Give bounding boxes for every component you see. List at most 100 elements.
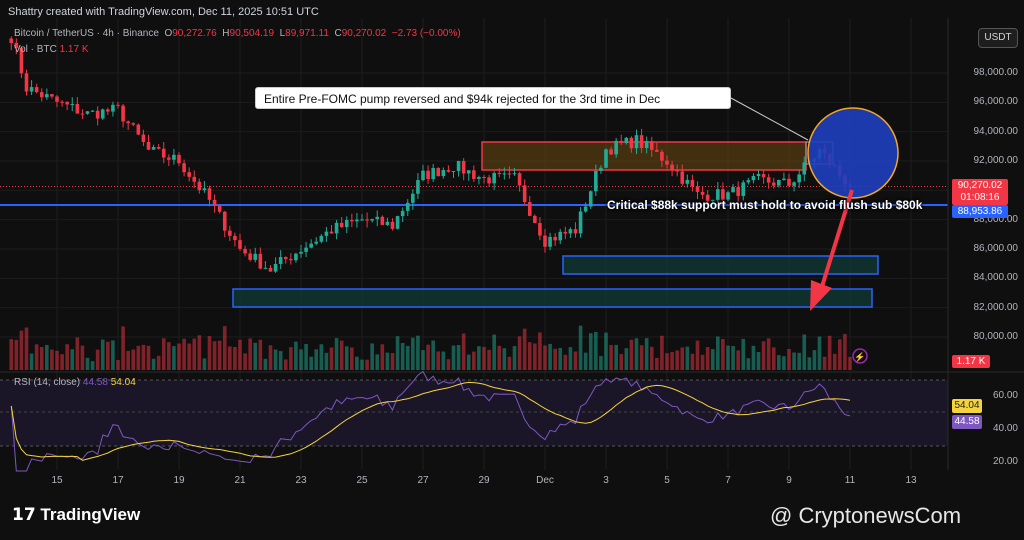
candle — [731, 187, 735, 193]
volume-bar — [441, 351, 446, 370]
volume-bar — [446, 359, 451, 370]
candle — [421, 170, 425, 181]
candle — [395, 216, 400, 229]
volume-bar — [619, 354, 624, 370]
candle — [45, 94, 49, 98]
candle — [782, 178, 786, 180]
candle — [151, 147, 156, 150]
candle — [80, 113, 85, 115]
candle — [339, 222, 344, 228]
candle — [522, 185, 527, 203]
resistance-zone — [481, 141, 807, 171]
rsi-tag: 44.58 — [952, 415, 982, 429]
candle — [238, 240, 242, 249]
volume-bar — [614, 344, 618, 370]
volume-bar — [151, 358, 156, 370]
volume-bar — [822, 356, 827, 370]
candle — [695, 186, 700, 192]
candle — [751, 176, 756, 181]
volume-bar — [278, 351, 283, 370]
change-value: −2.73 (−0.00%) — [391, 28, 461, 39]
candle — [563, 231, 568, 234]
candle — [690, 179, 695, 187]
candle — [248, 253, 252, 260]
candle — [111, 104, 115, 112]
volume-bar — [558, 348, 563, 370]
candle — [660, 151, 664, 161]
candle — [639, 135, 644, 149]
volume-bar — [746, 358, 751, 370]
volume-bar — [172, 346, 176, 370]
candle — [777, 179, 781, 186]
candle — [228, 230, 232, 236]
price-axis-label: 98,000.00 — [973, 67, 1019, 78]
volume-bar — [390, 353, 395, 370]
volume-bar — [665, 353, 669, 370]
candle — [599, 167, 603, 171]
volume-bar — [649, 346, 654, 370]
candle — [324, 231, 329, 236]
candle — [60, 101, 64, 103]
open-value: 90,272.76 — [172, 28, 217, 39]
volume-bar — [405, 345, 410, 370]
candle — [456, 161, 461, 171]
volume-bar — [411, 337, 415, 370]
volume-bar — [14, 339, 19, 370]
volume-bar — [156, 355, 161, 370]
volume-bar — [55, 350, 59, 370]
volume-bar — [588, 333, 593, 370]
candle — [512, 173, 517, 175]
candle — [675, 170, 679, 172]
volume-bar — [487, 349, 491, 370]
candle — [283, 257, 288, 260]
candle — [466, 170, 471, 174]
volume-bar — [787, 349, 791, 370]
volume-bar — [416, 335, 420, 370]
rsi-legend: RSI (14, close) 44.58 54.04 — [14, 377, 136, 388]
volume-bar — [421, 350, 425, 370]
candle — [553, 236, 557, 241]
candle — [746, 180, 751, 183]
volume-bar — [400, 342, 405, 370]
volume-bar — [268, 345, 273, 370]
volume-bar — [690, 353, 695, 370]
volume-bar — [792, 352, 796, 370]
volume-bar — [817, 336, 822, 370]
ohlc-legend: Bitcoin / TetherUS · 4h · Binance O90,27… — [14, 28, 461, 39]
tradingview-logo: 𝟭𝟳 TradingView — [12, 505, 140, 525]
candle — [492, 173, 496, 184]
volume-bar — [675, 350, 679, 370]
time-axis-label: 27 — [417, 475, 429, 486]
time-axis-label: 3 — [603, 475, 609, 486]
volume-bar — [472, 351, 476, 370]
volume-bar — [146, 345, 151, 370]
candle — [273, 263, 278, 272]
volume-bar — [197, 335, 202, 370]
volume-bar — [482, 346, 486, 370]
volume-bar — [670, 352, 674, 370]
volume-bar — [141, 344, 146, 370]
time-axis-label: 5 — [664, 475, 670, 486]
volume-bar — [258, 339, 263, 370]
volume-bar — [726, 345, 730, 370]
price-axis-label: 92,000.00 — [973, 155, 1019, 167]
candle — [568, 229, 573, 234]
rsi-band — [0, 380, 948, 446]
candle — [156, 147, 161, 149]
candle — [207, 188, 212, 200]
volume-bar — [583, 352, 588, 370]
volume-bar — [19, 330, 24, 370]
candle — [736, 187, 740, 196]
volume-bar — [507, 356, 512, 370]
currency-button[interactable]: USDT — [978, 28, 1018, 48]
volume-bar — [131, 349, 136, 370]
volume-bar — [827, 335, 832, 370]
volume-bar — [543, 345, 547, 370]
callout-support: Critical $88k support must hold to avoid… — [607, 198, 923, 212]
volume-bar — [660, 335, 664, 370]
candle — [100, 109, 105, 119]
candle — [29, 87, 34, 92]
volume-bar — [502, 348, 507, 370]
volume-bar — [9, 339, 14, 370]
symbol-label: Bitcoin / TetherUS · 4h · Binance — [14, 28, 159, 39]
